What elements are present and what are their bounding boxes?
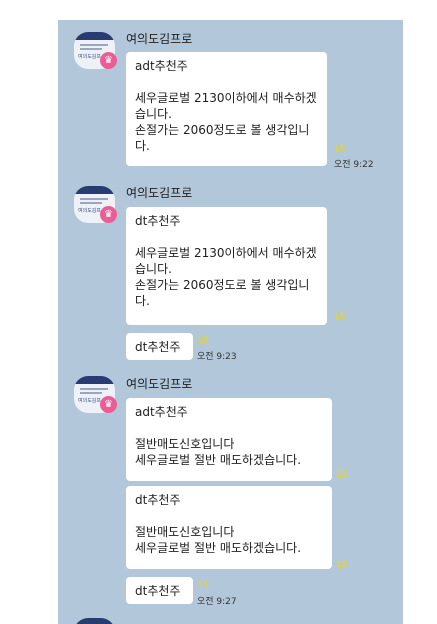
unread-count: 15 [336,470,348,480]
crown-icon: ♛ [100,396,117,413]
avatar[interactable] [74,618,115,624]
unread-count: 15 [334,144,346,154]
unread-count: 15 [334,312,346,322]
crown-icon: ♛ [100,206,117,223]
chat-area[interactable]: 여의도김프 ♛ 여의도김프로 adt추천주 세우글로벌 2130이하에서 매수하… [58,20,403,624]
unread-count: 15 [197,336,209,346]
unread-count: 15 [336,560,348,570]
sender-name: 여의도김프로 [126,377,193,391]
message-bubble[interactable]: dt추천주 절반매도신호입니다 세우글로벌 절반 매도하겠습니다. [126,486,332,569]
message-bubble[interactable]: adt추천주 절반매도신호입니다 세우글로벌 절반 매도하겠습니다. [126,398,332,481]
sender-name: 여의도김프로 [126,186,193,200]
timestamp: 오전 9:23 [197,352,237,362]
message-bubble[interactable]: dt추천주 세우글로벌 2130이하에서 매수하겠습니다. 손절가는 2060정… [126,207,327,325]
crown-icon: ♛ [100,52,117,69]
unread-count: 15 [197,581,209,591]
avatar-label: 여의도김프 [78,208,102,214]
message-bubble[interactable]: dt추천주 [126,333,193,360]
message-bubble[interactable]: dt추천주 [126,577,193,604]
timestamp: 오전 9:27 [197,597,237,607]
avatar-label: 여의도김프 [78,398,102,404]
message-bubble[interactable]: adt추천주 세우글로벌 2130이하에서 매수하겠습니다. 손절가는 2060… [126,52,327,166]
timestamp: 오전 9:22 [334,160,374,170]
avatar-label: 여의도김프 [78,54,102,60]
sender-name: 여의도김프로 [126,32,193,46]
